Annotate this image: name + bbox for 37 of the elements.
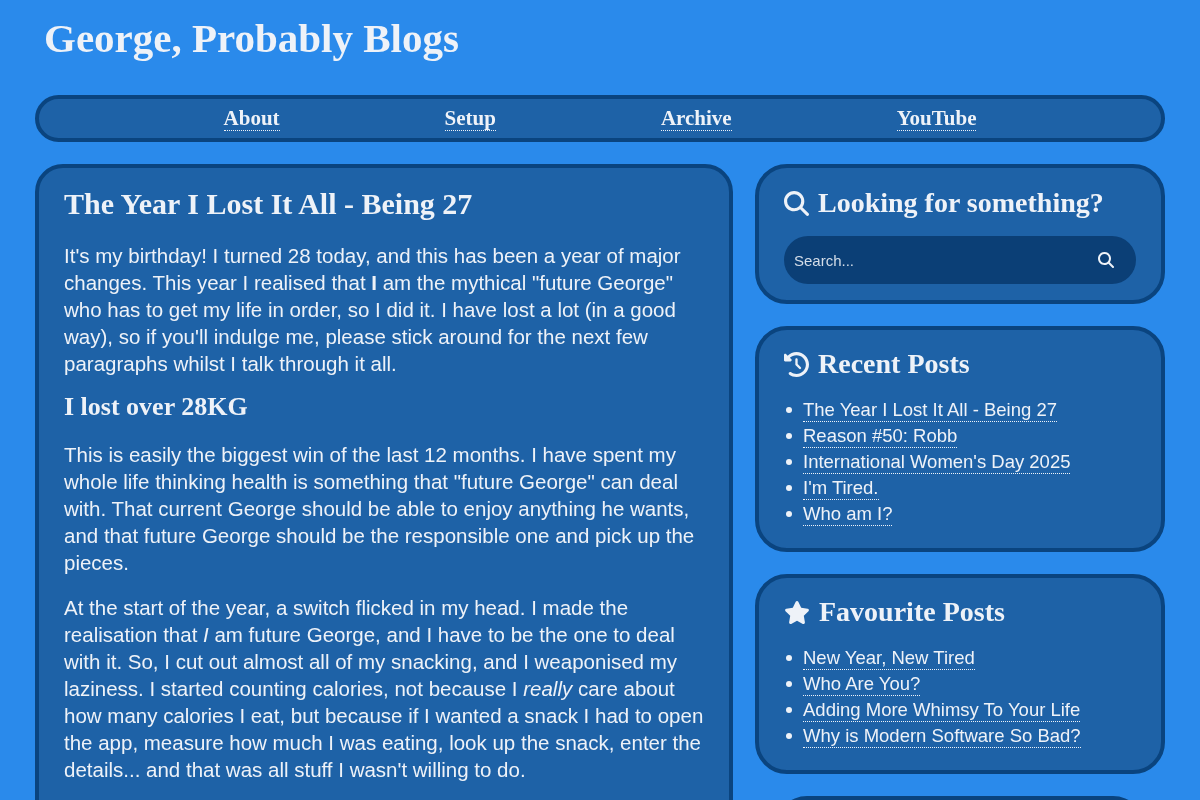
widget-title: Recent Posts bbox=[818, 348, 970, 380]
bullet-icon bbox=[786, 733, 792, 739]
widget-title: Looking for something? bbox=[818, 187, 1104, 219]
bullet-icon bbox=[786, 459, 792, 465]
section-heading: I lost over 28KG bbox=[64, 393, 249, 421]
bullet-icon bbox=[786, 407, 792, 413]
post-title: The Year I Lost It All - Being 27 bbox=[64, 188, 474, 220]
bullet-icon bbox=[786, 681, 792, 687]
search-field[interactable]: Search... bbox=[784, 236, 1136, 284]
post-paragraph: At the start of the year, a switch flicked in my head. I made the realisation that I am future George, and I have to be the one to deal with it. So, I cut out almost all of my snacking, and I weaponised my laziness. I started counting calories, not because I really care about how many calories I eat, but because if I wanted a snack I had to open the app, measure how much I was eating, look up the snack, enter the details... and that was all stuff I wasn't willing to do. bbox=[64, 595, 704, 783]
nav-link[interactable]: Setup bbox=[444, 106, 496, 131]
post-link[interactable]: International Women's Day 2025 bbox=[803, 450, 1071, 474]
bullet-icon bbox=[786, 655, 792, 661]
nav-link[interactable]: Archive bbox=[660, 106, 732, 131]
post-link[interactable]: Who am I? bbox=[803, 502, 893, 526]
post-paragraph: It's my birthday! I turned 28 today, and this has been a year of major changes. This year I realised that I am the mythical "future George" who has to get my life in order, so I did it. I have lost a lot (in a good way), so if you'll indulge me, please stick around for the next few paragraphs whilst I talk through it all. bbox=[64, 243, 682, 377]
post-link[interactable]: The Year I Lost It All - Being 27 bbox=[803, 398, 1058, 422]
post-link[interactable]: Adding More Whimsy To Your Life bbox=[803, 698, 1081, 722]
post-link[interactable]: Who Are You? bbox=[803, 672, 921, 696]
post-link[interactable]: I'm Tired. bbox=[803, 476, 879, 500]
widget-title: Favourite Posts bbox=[819, 596, 1005, 628]
history-icon bbox=[784, 351, 809, 377]
post-link[interactable]: Why is Modern Software So Bad? bbox=[803, 724, 1081, 748]
post-link[interactable]: New Year, New Tired bbox=[803, 646, 975, 670]
post-paragraph: This is easily the biggest win of the last 12 months. I have spent my whole life thinking health is something that "future George" can deal with. That current George should be able to enjoy anything he wants, and that future George should be the responsible one and pick up the pieces. bbox=[64, 442, 696, 576]
search-icon bbox=[1098, 252, 1114, 268]
star-icon bbox=[784, 599, 810, 625]
post-link[interactable]: Reason #50: Robb bbox=[803, 424, 958, 448]
bullet-icon bbox=[786, 485, 792, 491]
search-icon bbox=[784, 190, 809, 216]
nav-link[interactable]: YouTube bbox=[896, 106, 977, 131]
nav-link[interactable]: About bbox=[223, 106, 280, 131]
search-button[interactable] bbox=[1096, 250, 1116, 270]
site-title[interactable]: George, Probably Blogs bbox=[44, 13, 459, 63]
bullet-icon bbox=[786, 707, 792, 713]
bullet-icon bbox=[786, 433, 792, 439]
bullet-icon bbox=[786, 511, 792, 517]
